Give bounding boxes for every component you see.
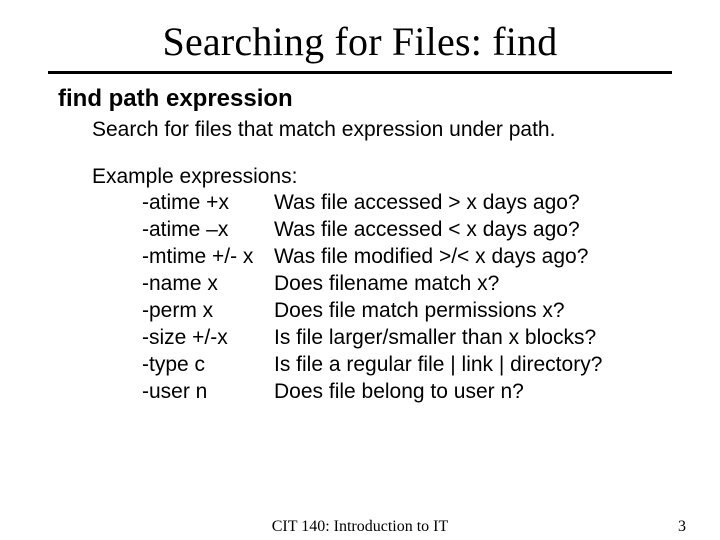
expression-flag: -perm x [142, 298, 274, 325]
slide: Searching for Files: find find path expr… [0, 0, 720, 540]
table-row: -mtime +/- x Was file modified >/< x day… [142, 244, 662, 271]
expression-desc: Does file match permissions x? [274, 298, 662, 325]
table-row: -size +/-x Is file larger/smaller than x… [142, 325, 662, 352]
slide-body: find path expression Search for files th… [58, 84, 662, 405]
expression-desc: Was file accessed < x days ago? [274, 217, 662, 244]
title-divider [48, 71, 672, 74]
expression-desc: Is file larger/smaller than x blocks? [274, 325, 662, 352]
expression-flag: -atime +x [142, 190, 274, 217]
expression-flag: -name x [142, 271, 274, 298]
table-row: -perm x Does file match permissions x? [142, 298, 662, 325]
table-row: -atime +x Was file accessed > x days ago… [142, 190, 662, 217]
examples-heading: Example expressions: [92, 164, 662, 191]
table-row: -name x Does filename match x? [142, 271, 662, 298]
expression-desc: Was file modified >/< x days ago? [274, 244, 662, 271]
footer-course: CIT 140: Introduction to IT [0, 518, 720, 536]
expression-desc: Does filename match x? [274, 271, 662, 298]
expression-desc: Is file a regular file | link | director… [274, 352, 662, 379]
expression-desc: Was file accessed > x days ago? [274, 190, 662, 217]
footer-page-number: 3 [678, 518, 686, 536]
expressions-table: -atime +x Was file accessed > x days ago… [142, 190, 662, 405]
expression-flag: -mtime +/- x [142, 244, 274, 271]
expression-flag: -size +/-x [142, 325, 274, 352]
expression-desc: Does file belong to user n? [274, 379, 662, 406]
table-row: -user n Does file belong to user n? [142, 379, 662, 406]
command-description: Search for files that match expression u… [92, 117, 662, 144]
expression-flag: -type c [142, 352, 274, 379]
slide-title: Searching for Files: find [0, 0, 720, 71]
expression-flag: -atime –x [142, 217, 274, 244]
table-row: -atime –x Was file accessed < x days ago… [142, 217, 662, 244]
expression-flag: -user n [142, 379, 274, 406]
table-row: -type c Is file a regular file | link | … [142, 352, 662, 379]
command-syntax: find path expression [58, 84, 662, 115]
